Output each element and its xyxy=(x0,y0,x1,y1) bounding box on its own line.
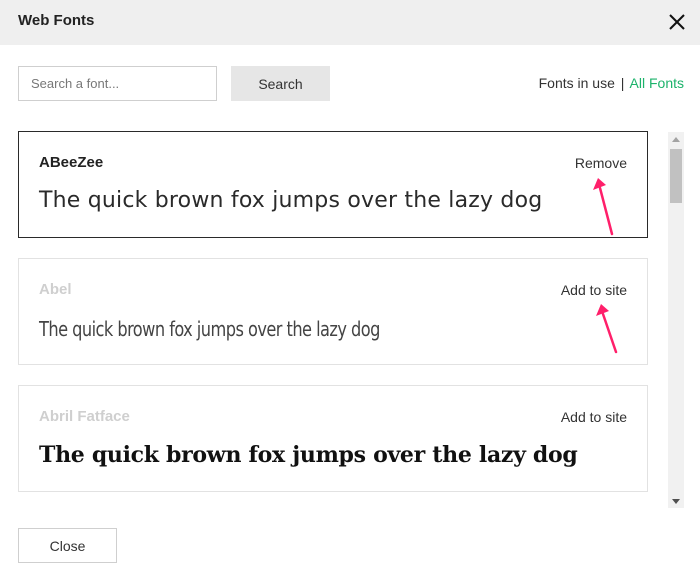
font-filter-links: Fonts in use | All Fonts xyxy=(539,75,684,91)
add-to-site-button[interactable]: Add to site xyxy=(561,409,627,425)
dialog-header: Web Fonts xyxy=(0,0,700,45)
font-sample-text: The quick brown fox jumps over the lazy … xyxy=(39,442,578,468)
search-input[interactable] xyxy=(18,66,217,101)
font-name: Abel xyxy=(39,281,72,298)
font-sample-text: The quick brown fox jumps over the lazy … xyxy=(39,188,543,213)
font-list-scrollbar[interactable] xyxy=(668,132,684,508)
remove-font-button[interactable]: Remove xyxy=(575,155,627,171)
filter-separator: | xyxy=(620,75,625,91)
all-fonts-link[interactable]: All Fonts xyxy=(630,75,684,91)
close-icon[interactable] xyxy=(666,11,688,33)
scrollbar-thumb[interactable] xyxy=(670,149,682,203)
chevron-up-icon[interactable] xyxy=(668,132,684,146)
add-to-site-button[interactable]: Add to site xyxy=(561,282,627,298)
font-name: Abril Fatface xyxy=(39,408,130,425)
dialog-title: Web Fonts xyxy=(18,12,95,29)
fonts-in-use-link[interactable]: Fonts in use xyxy=(539,75,615,91)
font-card-abril-fatface[interactable]: Abril Fatface Add to site The quick brow… xyxy=(18,385,648,492)
font-card-abeezee[interactable]: ABeeZee Remove The quick brown fox jumps… xyxy=(18,131,648,238)
font-sample-text: The quick brown fox jumps over the lazy … xyxy=(39,317,380,341)
font-card-abel[interactable]: Abel Add to site The quick brown fox jum… xyxy=(18,258,648,365)
font-name: ABeeZee xyxy=(39,154,104,171)
chevron-down-icon[interactable] xyxy=(668,494,684,508)
search-button[interactable]: Search xyxy=(231,66,330,101)
close-button[interactable]: Close xyxy=(18,528,117,563)
